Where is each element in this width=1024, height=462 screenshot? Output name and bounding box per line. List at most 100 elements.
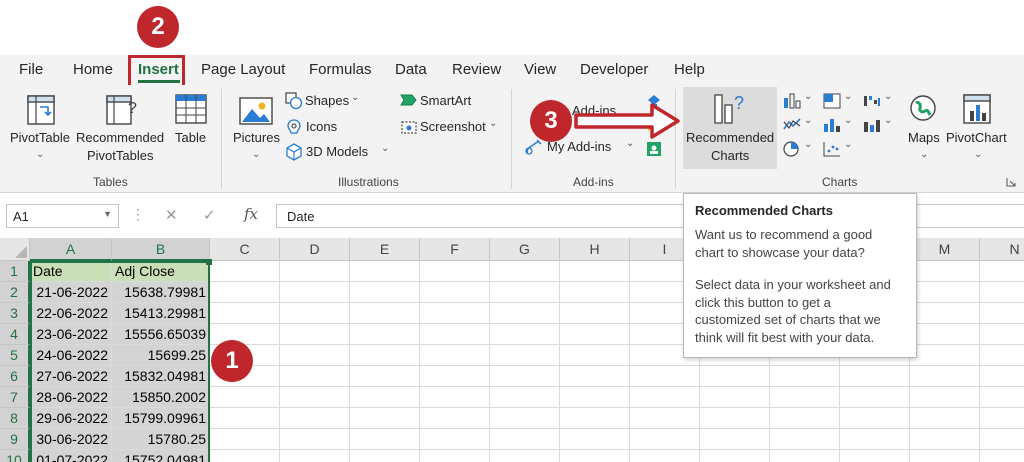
empty-cell[interactable] [770,429,840,450]
tab-view[interactable]: View [524,61,556,78]
waterfall-chart-icon[interactable] [862,92,882,110]
empty-cell[interactable] [280,282,350,303]
chevron-down-icon[interactable]: ⌄ [844,91,852,102]
row-header[interactable]: 3 [0,303,30,324]
empty-cell[interactable] [980,366,1024,387]
fill-handle[interactable] [206,259,212,265]
empty-cell[interactable] [630,387,700,408]
chevron-down-icon[interactable]: ⌄ [804,91,812,102]
header-cell[interactable]: Date [30,261,112,282]
tab-review[interactable]: Review [452,61,501,78]
column-header[interactable]: D [280,238,350,261]
chevron-down-icon[interactable]: ⌄ [804,139,812,150]
empty-cell[interactable] [350,282,420,303]
empty-cell[interactable] [910,429,980,450]
row-header[interactable]: 8 [0,408,30,429]
chevron-down-icon[interactable]: ⌄ [844,139,852,150]
empty-cell[interactable] [560,450,630,462]
empty-cell[interactable] [490,429,560,450]
empty-cell[interactable] [350,408,420,429]
adj-close-cell[interactable]: 15556.65039 [112,324,210,345]
empty-cell[interactable] [490,387,560,408]
tab-page-layout[interactable]: Page Layout [201,61,285,78]
empty-cell[interactable] [210,387,280,408]
empty-cell[interactable] [420,261,490,282]
tab-data[interactable]: Data [395,61,427,78]
empty-cell[interactable] [350,429,420,450]
adj-close-cell[interactable]: 15638.79981 [112,282,210,303]
empty-cell[interactable] [350,261,420,282]
empty-cell[interactable] [700,366,770,387]
empty-cell[interactable] [560,345,630,366]
adj-close-cell[interactable]: 15699.25 [112,345,210,366]
people-graph-icon[interactable] [646,141,662,157]
date-cell[interactable]: 23-06-2022 [30,324,112,345]
empty-cell[interactable] [980,324,1024,345]
empty-cell[interactable] [280,324,350,345]
adj-close-cell[interactable]: 15780.25 [112,429,210,450]
empty-cell[interactable] [350,324,420,345]
empty-cell[interactable] [980,261,1024,282]
empty-cell[interactable] [420,387,490,408]
empty-cell[interactable] [420,429,490,450]
empty-cell[interactable] [560,282,630,303]
header-cell[interactable]: Adj Close [112,261,210,282]
empty-cell[interactable] [420,303,490,324]
chevron-down-icon[interactable]: ⌄ [844,115,852,126]
empty-cell[interactable] [840,429,910,450]
empty-cell[interactable] [910,387,980,408]
combo-chart-icon[interactable] [862,116,882,134]
empty-cell[interactable] [910,366,980,387]
column-header[interactable]: N [980,238,1024,261]
empty-cell[interactable] [980,408,1024,429]
empty-cell[interactable] [630,408,700,429]
line-chart-icon[interactable] [782,116,802,134]
column-header[interactable]: E [350,238,420,261]
empty-cell[interactable] [910,408,980,429]
empty-cell[interactable] [980,429,1024,450]
adj-close-cell[interactable]: 15832.04981 [112,366,210,387]
column-chart-icon[interactable] [782,92,802,110]
row-header[interactable]: 9 [0,429,30,450]
row-header[interactable]: 4 [0,324,30,345]
chevron-down-icon[interactable]: ▼ [103,209,112,219]
name-box[interactable]: A1 ▼ [6,204,119,228]
empty-cell[interactable] [840,387,910,408]
empty-cell[interactable] [210,261,280,282]
empty-cell[interactable] [280,450,350,462]
empty-cell[interactable] [210,408,280,429]
empty-cell[interactable] [350,387,420,408]
empty-cell[interactable] [280,366,350,387]
statistic-chart-icon[interactable] [822,116,842,134]
empty-cell[interactable] [210,450,280,462]
empty-cell[interactable] [700,408,770,429]
date-cell[interactable]: 21-06-2022 [30,282,112,303]
empty-cell[interactable] [980,282,1024,303]
empty-cell[interactable] [280,387,350,408]
row-header[interactable]: 1 [0,261,30,282]
empty-cell[interactable] [350,450,420,462]
row-header[interactable]: 7 [0,387,30,408]
column-header[interactable]: C [210,238,280,261]
tab-formulas[interactable]: Formulas [309,61,372,78]
empty-cell[interactable] [560,303,630,324]
adj-close-cell[interactable]: 15752.04981 [112,450,210,462]
empty-cell[interactable] [560,408,630,429]
formula-bar-grip-icon[interactable]: ⋮ [131,206,145,223]
empty-cell[interactable] [700,429,770,450]
empty-cell[interactable] [560,324,630,345]
empty-cell[interactable] [980,345,1024,366]
empty-cell[interactable] [630,366,700,387]
row-header[interactable]: 2 [0,282,30,303]
row-header[interactable]: 6 [0,366,30,387]
empty-cell[interactable] [490,303,560,324]
column-header[interactable]: B [112,238,210,261]
empty-cell[interactable] [280,408,350,429]
adj-close-cell[interactable]: 15850.2002 [112,387,210,408]
empty-cell[interactable] [560,261,630,282]
empty-cell[interactable] [840,450,910,462]
chevron-down-icon[interactable]: ⌄ [804,115,812,126]
empty-cell[interactable] [280,429,350,450]
empty-cell[interactable] [280,345,350,366]
empty-cell[interactable] [210,282,280,303]
